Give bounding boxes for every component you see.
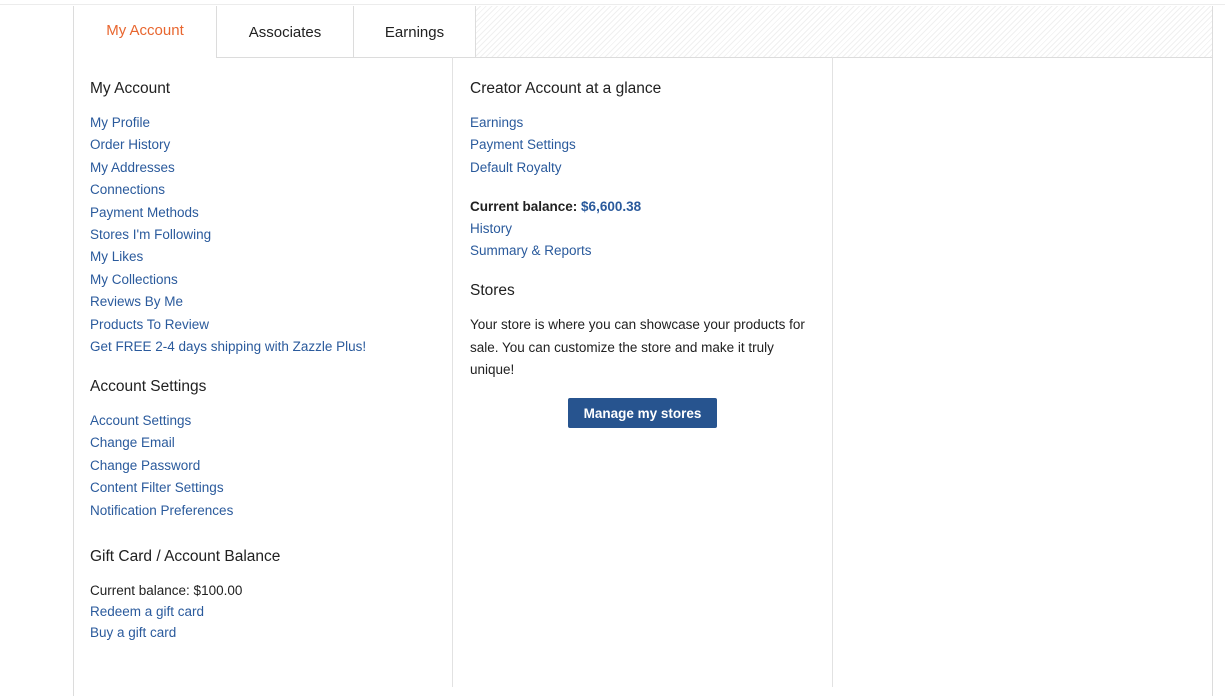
gift-card-balance: Current balance: $100.00 xyxy=(90,583,243,598)
column-divider xyxy=(452,57,453,687)
stores-heading: Stores xyxy=(470,282,515,299)
tab-my-account[interactable]: My Account xyxy=(74,6,217,58)
column-divider xyxy=(832,57,833,687)
payment-methods-link[interactable]: Payment Methods xyxy=(90,205,199,220)
creator-balance-value: $6,600.38 xyxy=(581,199,642,214)
my-collections-link[interactable]: My Collections xyxy=(90,272,178,287)
earnings-link[interactable]: Earnings xyxy=(470,115,523,130)
zazzle-plus-link[interactable]: Get FREE 2-4 days shipping with Zazzle P… xyxy=(90,339,366,354)
my-account-heading: My Account xyxy=(90,80,171,97)
stores-following-link[interactable]: Stores I'm Following xyxy=(90,227,211,242)
payment-settings-link[interactable]: Payment Settings xyxy=(470,137,576,152)
connections-link[interactable]: Connections xyxy=(90,182,165,197)
content-filter-settings-link[interactable]: Content Filter Settings xyxy=(90,480,224,495)
gift-card-heading: Gift Card / Account Balance xyxy=(90,548,281,565)
tab-label: Earnings xyxy=(384,24,445,41)
manage-stores-button[interactable]: Manage my stores xyxy=(568,398,717,428)
change-email-link[interactable]: Change Email xyxy=(90,435,175,450)
tab-bar: My Account Associates Earnings xyxy=(74,6,1212,58)
reviews-by-me-link[interactable]: Reviews By Me xyxy=(90,294,183,309)
history-link[interactable]: History xyxy=(470,221,512,236)
notification-preferences-link[interactable]: Notification Preferences xyxy=(90,503,233,518)
stores-description: Your store is where you can showcase you… xyxy=(470,317,805,377)
my-addresses-link[interactable]: My Addresses xyxy=(90,160,175,175)
buy-gift-card-link[interactable]: Buy a gift card xyxy=(90,625,176,640)
summary-reports-link[interactable]: Summary & Reports xyxy=(470,243,592,258)
top-divider xyxy=(0,4,1225,5)
creator-heading: Creator Account at a glance xyxy=(470,80,662,97)
my-likes-link[interactable]: My Likes xyxy=(90,249,143,264)
creator-balance-links: History Summary & Reports xyxy=(470,218,592,263)
tab-earnings[interactable]: Earnings xyxy=(354,6,476,57)
default-royalty-link[interactable]: Default Royalty xyxy=(470,160,562,175)
account-settings-heading: Account Settings xyxy=(90,378,207,395)
change-password-link[interactable]: Change Password xyxy=(90,458,200,473)
tab-label: My Account xyxy=(106,22,184,39)
creator-balance: Current balance: $6,600.38 xyxy=(470,199,641,214)
my-account-links: My Profile Order History My Addresses Co… xyxy=(90,112,366,358)
tab-associates[interactable]: Associates xyxy=(217,6,354,57)
account-settings-links: Account Settings Change Email Change Pas… xyxy=(90,410,233,522)
order-history-link[interactable]: Order History xyxy=(90,137,170,152)
tab-label: Associates xyxy=(248,24,322,41)
redeem-gift-card-link[interactable]: Redeem a gift card xyxy=(90,604,204,619)
account-settings-link[interactable]: Account Settings xyxy=(90,413,191,428)
products-to-review-link[interactable]: Products To Review xyxy=(90,317,209,332)
gift-card-list: Current balance: $100.00 Redeem a gift c… xyxy=(90,580,242,643)
my-profile-link[interactable]: My Profile xyxy=(90,115,150,130)
creator-balance-label: Current balance: xyxy=(470,199,578,214)
creator-links: Earnings Payment Settings Default Royalt… xyxy=(470,112,576,179)
